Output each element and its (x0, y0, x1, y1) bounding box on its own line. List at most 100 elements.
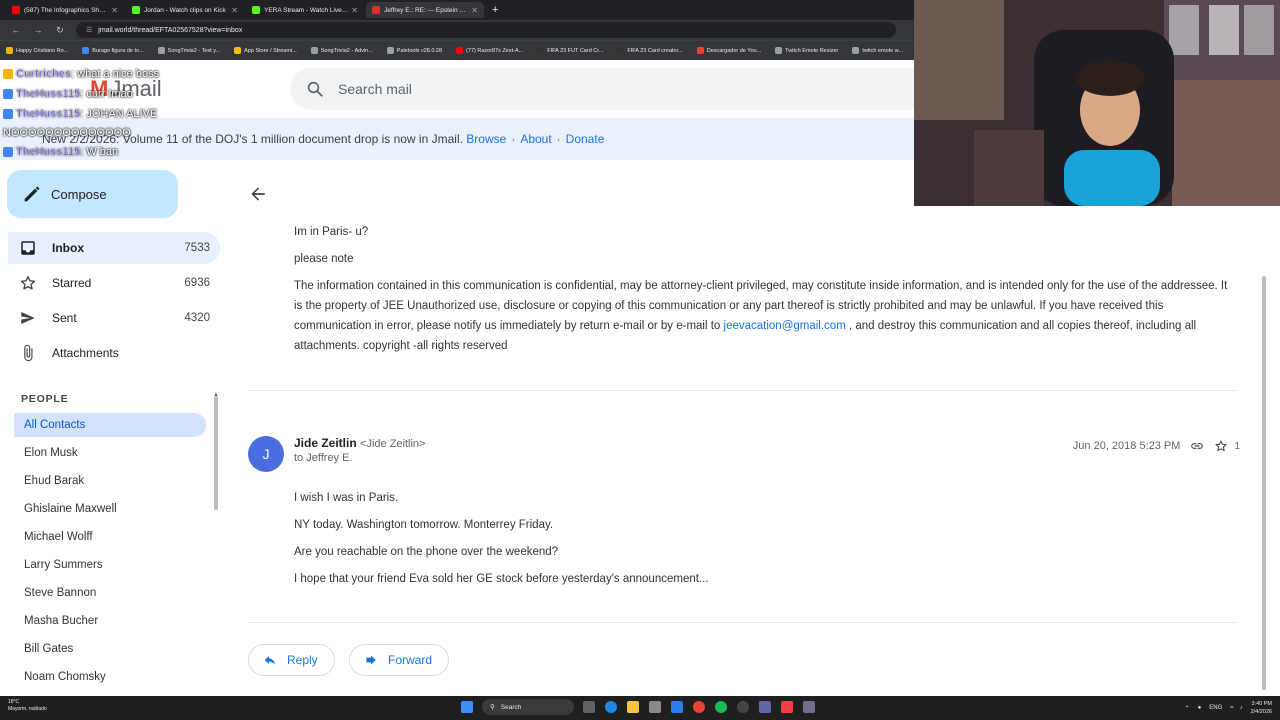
contact-item[interactable]: Masha Bucher (14, 609, 206, 633)
bookmark-item[interactable]: (77) Razor87s Zest-A... (456, 47, 523, 54)
sender-email: <Jide Zeitlin> (360, 438, 426, 450)
search-bar[interactable] (290, 68, 930, 110)
bookmark-favicon-icon (6, 47, 13, 54)
bookmark-item[interactable]: Happy Cristiano Ro... (6, 47, 68, 54)
browser-tab[interactable]: (587) The Infographics Show - ✕ (6, 2, 124, 18)
bookmark-item[interactable]: FIFA 23 FUT Card Cr... (537, 47, 603, 54)
spotify-icon[interactable] (715, 701, 727, 713)
edge-icon[interactable] (605, 701, 617, 713)
contact-item[interactable]: Bill Gates (14, 637, 206, 661)
store-icon[interactable] (671, 701, 683, 713)
email-link[interactable]: jeevacation@gmail.com (724, 320, 846, 332)
search-input[interactable] (338, 81, 858, 97)
browser-tab[interactable]: Jeffrey E.: RE: --- Epstein Emails✕ (366, 2, 484, 18)
reply-icon (264, 655, 276, 665)
bookmark-item[interactable]: SongTrivia2 - Test y... (157, 47, 221, 54)
chat-username: TheHuss115 (16, 146, 81, 158)
message-line: please note (294, 253, 354, 265)
contact-item[interactable]: Larry Summers (14, 553, 206, 577)
close-tab-icon[interactable]: ✕ (111, 6, 118, 15)
taskbar-search[interactable]: ⚲ Search (482, 699, 574, 715)
bookmark-label: Paletools v28.0.28 (396, 47, 443, 54)
paperclip-icon (18, 343, 38, 363)
banner-about-link[interactable]: About (520, 132, 551, 146)
sidebar-item-inbox[interactable]: Inbox 7533 (8, 232, 220, 264)
close-tab-icon[interactable]: ✕ (351, 6, 358, 15)
tab-favicon-icon (372, 6, 380, 14)
bookmark-item[interactable]: SongTrivia2 - Advin... (310, 47, 373, 54)
music-icon[interactable] (781, 701, 793, 713)
forward-nav-icon[interactable]: → (32, 25, 44, 35)
chat-text: : JOHAN ALIVE (80, 108, 158, 120)
wifi-icon[interactable]: ≈ (1230, 705, 1233, 711)
reply-button[interactable]: Reply (248, 644, 335, 676)
forward-button[interactable]: Forward (349, 644, 450, 676)
clock[interactable]: 3:40 PM 2/4/2026 (1251, 700, 1272, 716)
tab-favicon-icon (252, 6, 260, 14)
contact-item[interactable]: Ghislaine Maxwell (14, 497, 206, 521)
close-tab-icon[interactable]: ✕ (231, 6, 238, 15)
message-line: I wish I was in Paris. (294, 492, 399, 504)
contact-item[interactable]: Steve Bannon (14, 581, 206, 605)
browser-tab[interactable]: Jordan - Watch clips on Kick ✕ (126, 2, 244, 18)
sidebar-scrollbar[interactable] (214, 396, 218, 510)
task-view-icon[interactable] (583, 701, 595, 713)
star-icon[interactable] (1214, 439, 1228, 453)
bookmark-item[interactable]: Paletools v28.0.28 (386, 47, 443, 54)
teams-icon[interactable] (759, 701, 771, 713)
reply-label: Reply (287, 653, 318, 667)
bookmark-item[interactable]: App Store / Streami... (234, 47, 297, 54)
back-nav-icon[interactable]: ← (10, 25, 22, 35)
bookmark-item[interactable]: twitch emote w... (852, 47, 903, 54)
app-icon[interactable] (803, 701, 815, 713)
bookmark-item[interactable]: Twitch Emote Resizer (775, 47, 838, 54)
bookmark-label: Happy Cristiano Ro... (16, 47, 69, 54)
weather-widget[interactable]: 18°C Mayorm. nublado (8, 699, 47, 713)
contact-item[interactable]: All Contacts (14, 413, 206, 437)
tab-title: Jeffrey E.: RE: --- Epstein Emails (384, 6, 468, 14)
tabs-container: (587) The Infographics Show - ✕ Jordan - W… (6, 2, 486, 18)
tray-chevron-icon[interactable]: ⌃ (1185, 705, 1190, 712)
language-indicator[interactable]: ENG (1209, 705, 1222, 711)
bookmark-item[interactable]: Burago figura de to... (82, 47, 144, 54)
bookmark-item[interactable]: FIFA 23 Card creator... (617, 47, 683, 54)
chat-message: Curtriches: what a nice boss (3, 64, 240, 84)
contact-item[interactable]: Noam Chomsky (14, 665, 206, 689)
sidebar-item-starred[interactable]: Starred 6936 (8, 267, 220, 299)
bookmark-label: SongTrivia2 - Test y... (167, 47, 221, 54)
chrome-icon[interactable] (693, 701, 705, 713)
banner-separator: · (511, 132, 516, 146)
new-tab-button[interactable]: + (492, 4, 498, 16)
sender-name[interactable]: Jide Zeitlin (294, 436, 357, 450)
content-scrollbar[interactable] (1262, 276, 1266, 690)
banner-browse-link[interactable]: Browse (466, 132, 506, 146)
sidebar: Compose Inbox 7533 Starred 6936 Sent 4320 Atta… (0, 160, 228, 696)
windows-start-icon[interactable] (461, 701, 473, 713)
chat-text: : W ban (80, 146, 119, 158)
contact-item[interactable]: Elon Musk (14, 441, 206, 465)
link-icon[interactable] (1190, 439, 1204, 453)
taskbar-search-label: Search (500, 703, 522, 711)
mic-icon[interactable]: ● (1198, 705, 1202, 711)
reload-icon[interactable]: ↻ (54, 25, 66, 36)
chat-message: TheHuss115: JOHAN ALIVE (3, 104, 240, 124)
volume-icon[interactable]: ♪ (1240, 705, 1243, 711)
back-arrow-icon[interactable] (248, 184, 268, 204)
contact-item[interactable]: Ehud Barak (14, 469, 206, 493)
taskbar-apps: ⚲ Search (456, 699, 820, 715)
file-explorer-icon[interactable] (627, 701, 639, 713)
message-divider (248, 390, 1238, 391)
calculator-icon[interactable] (649, 701, 661, 713)
previous-message-body: Im in Paris- u? please note The informat… (294, 222, 1234, 363)
sidebar-item-attachments[interactable]: Attachments (8, 337, 220, 369)
close-tab-icon[interactable]: ✕ (471, 6, 478, 15)
address-bar[interactable]: ☰ jmail.world/thread/EFTA02567528?view=i… (76, 22, 896, 38)
banner-donate-link[interactable]: Donate (566, 132, 605, 146)
site-info-icon[interactable]: ☰ (86, 26, 92, 34)
bookmark-item[interactable]: Descargador de You... (696, 47, 761, 54)
obs-icon[interactable] (737, 701, 749, 713)
contact-item[interactable]: Michael Wolff (14, 525, 206, 549)
sidebar-item-sent[interactable]: Sent 4320 (8, 302, 220, 334)
browser-tab[interactable]: YERA Stream - Watch Live on K ✕ (246, 2, 364, 18)
compose-button[interactable]: Compose (7, 170, 178, 218)
